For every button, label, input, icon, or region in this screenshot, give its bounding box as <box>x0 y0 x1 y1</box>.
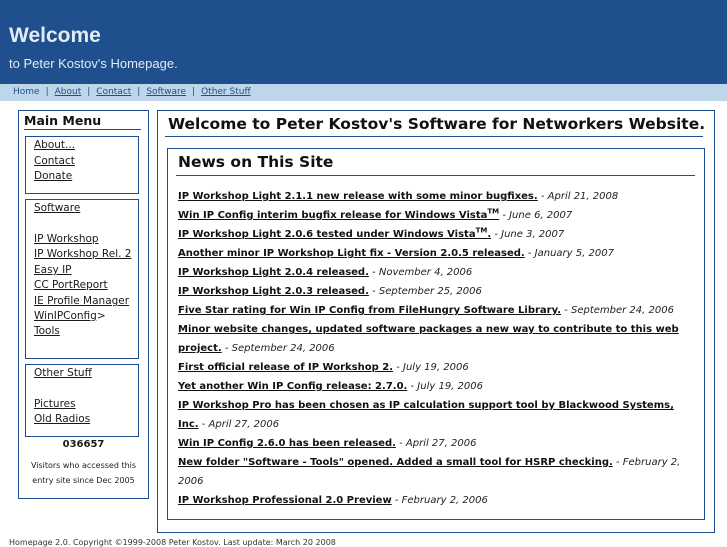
menu-ip-workshop-rel2-link[interactable]: IP Workshop Rel. 2 <box>34 248 131 260</box>
news-item-link[interactable]: IP Workshop Light 2.0.3 released. <box>178 286 369 297</box>
news-item-link[interactable]: IP Workshop Light 2.0.6 tested under Win… <box>178 226 492 240</box>
news-item-link-text: IP Workshop Professional 2.0 Preview <box>178 495 392 506</box>
news-item-link-text: IP Workshop Light 2.0.6 tested under Win… <box>178 229 476 240</box>
news-item-date: June 3, 2007 <box>501 229 565 240</box>
news-item: IP Workshop Light 2.0.6 tested under Win… <box>178 226 565 240</box>
news-item-link-text: IP Workshop Light 2.0.3 released. <box>178 286 369 297</box>
news-item-link-text: IP Workshop Light 2.0.4 released. <box>178 267 369 278</box>
news-item: New folder "Software - Tools" opened. Ad… <box>178 457 681 487</box>
news-item: IP Workshop Light 2.1.1 new release with… <box>178 191 619 202</box>
visitor-counter: 036657 <box>62 439 105 450</box>
menu-group-software: Software IP Workshop IP Workshop Rel. 2 … <box>25 199 139 359</box>
menu-other-stuff-link[interactable]: Other Stuff <box>34 367 92 379</box>
news-item-link[interactable]: First official release of IP Workshop 2. <box>178 362 393 373</box>
news-item-date: June 6, 2007 <box>509 210 573 221</box>
news-item-date: July 19, 2006 <box>417 381 483 392</box>
title-divider <box>165 136 703 137</box>
nav-home-link[interactable]: Home <box>13 87 40 97</box>
news-item-link[interactable]: IP Workshop Light 2.0.4 released. <box>178 267 369 278</box>
news-item-link-text: New folder "Software - Tools" opened. Ad… <box>178 457 613 468</box>
nav-separator: | <box>45 87 49 97</box>
news-item: Yet another Win IP Config release: 2.7.0… <box>178 381 483 392</box>
news-item-link[interactable]: IP Workshop Light 2.1.1 new release with… <box>178 191 538 202</box>
site-header: Welcome to Peter Kostov's Homepage. <box>0 0 727 84</box>
main-menu-title: Main Menu <box>24 113 141 130</box>
news-item: Minor website changes, updated software … <box>178 324 679 354</box>
menu-pictures-link[interactable]: Pictures <box>34 398 76 410</box>
menu-group-general: About... Contact Donate <box>25 136 139 194</box>
nav-separator: | <box>192 87 196 97</box>
footer-copyright: Homepage 2.0. Copyright ©1999-2008 Peter… <box>9 538 336 547</box>
news-item-link[interactable]: Five Star rating for Win IP Config from … <box>178 305 561 316</box>
menu-old-radios-link[interactable]: Old Radios <box>34 413 90 425</box>
news-item-date: September 25, 2006 <box>378 286 482 297</box>
news-section: News on This Site IP Workshop Light 2.1.… <box>167 148 705 520</box>
news-item: IP Workshop Light 2.0.4 released. - Nove… <box>178 267 473 278</box>
main-menu: Main Menu About... Contact Donate Softwa… <box>18 110 149 499</box>
news-item-link-text: Win IP Config 2.6.0 has been released. <box>178 438 396 449</box>
news-item: IP Workshop Professional 2.0 Preview - F… <box>178 495 488 506</box>
trademark-mark: TM <box>487 207 500 216</box>
nav-contact-link[interactable]: Contact <box>96 87 131 97</box>
menu-winipconfig-arrow: > <box>96 310 106 322</box>
news-heading: News on This Site <box>178 153 334 171</box>
menu-cc-portreport-link[interactable]: CC PortReport <box>34 279 108 291</box>
news-item-link[interactable]: Win IP Config interim bugfix release for… <box>178 207 500 221</box>
news-item: Five Star rating for Win IP Config from … <box>178 305 674 316</box>
news-item-link-text: Yet another Win IP Config release: 2.7.0… <box>178 381 408 392</box>
news-item-date: April 27, 2006 <box>405 438 477 449</box>
news-item-date: January 5, 2007 <box>534 248 614 259</box>
menu-winipconfig-item: WinIPConfig> <box>34 310 106 322</box>
news-item: First official release of IP Workshop 2.… <box>178 362 469 373</box>
news-item-link-text: IP Workshop Light 2.1.1 new release with… <box>178 191 538 202</box>
nav-about-link[interactable]: About <box>55 87 82 97</box>
main-content: Welcome to Peter Kostov's Software for N… <box>157 110 715 533</box>
news-item-link-suffix: . <box>487 229 492 240</box>
news-item-date: September 24, 2006 <box>570 305 674 316</box>
nav-other-stuff-link[interactable]: Other Stuff <box>201 87 251 97</box>
news-item-link[interactable]: Yet another Win IP Config release: 2.7.0… <box>178 381 407 392</box>
news-item-date: April 21, 2008 <box>547 191 619 202</box>
nav-software-link[interactable]: Software <box>146 87 186 97</box>
news-divider <box>176 175 695 176</box>
news-item-link[interactable]: IP Workshop Professional 2.0 Preview <box>178 495 392 506</box>
menu-ie-profile-manager-link[interactable]: IE Profile Manager <box>34 295 129 307</box>
news-item-link[interactable]: New folder "Software - Tools" opened. Ad… <box>178 457 613 468</box>
news-item-date: November 4, 2006 <box>378 267 473 278</box>
news-item: IP Workshop Pro has been chosen as IP ca… <box>178 400 674 430</box>
news-item-link[interactable]: Another minor IP Workshop Light fix - Ve… <box>178 248 525 259</box>
news-item-date: April 27, 2006 <box>208 419 280 430</box>
menu-about-link[interactable]: About... <box>34 139 75 151</box>
news-item-date: February 2, 2006 <box>401 495 488 506</box>
news-item: Win IP Config interim bugfix release for… <box>178 207 573 221</box>
news-item: Win IP Config 2.6.0 has been released. -… <box>178 438 477 449</box>
page-title: Welcome to Peter Kostov's Software for N… <box>168 115 706 133</box>
menu-winipconfig-link[interactable]: WinIPConfig <box>34 310 97 322</box>
menu-group-other: Other Stuff Pictures Old Radios <box>25 364 139 437</box>
news-item: IP Workshop Light 2.0.3 released. - Sept… <box>178 286 482 297</box>
menu-donate-link[interactable]: Donate <box>34 170 72 182</box>
menu-ip-workshop-link[interactable]: IP Workshop <box>34 233 99 245</box>
trademark-mark: TM <box>475 226 488 235</box>
news-item: Another minor IP Workshop Light fix - Ve… <box>178 248 614 259</box>
news-item-link-text: Win IP Config interim bugfix release for… <box>178 210 488 221</box>
news-item-link-text: Another minor IP Workshop Light fix - Ve… <box>178 248 525 259</box>
nav-separator: | <box>137 87 141 97</box>
news-item-date: September 24, 2006 <box>231 343 335 354</box>
menu-tools-link[interactable]: Tools <box>34 325 60 337</box>
site-subtitle: to Peter Kostov's Homepage. <box>9 56 178 71</box>
top-nav: Home | About | Contact | Software | Other Stuff <box>0 84 727 101</box>
news-item-link-text: Five Star rating for Win IP Config from … <box>178 305 562 316</box>
menu-easy-ip-link[interactable]: Easy IP <box>34 264 72 276</box>
menu-software-link[interactable]: Software <box>34 202 80 214</box>
top-nav-links: Home | About | Contact | Software | Other Stuff <box>13 87 251 97</box>
news-item-date: July 19, 2006 <box>403 362 469 373</box>
site-title: Welcome <box>9 24 101 47</box>
news-item-link[interactable]: Win IP Config 2.6.0 has been released. <box>178 438 396 449</box>
visitor-counter-caption: Visitors who accessed this entry site si… <box>30 461 137 485</box>
news-list: IP Workshop Light 2.1.1 new release with… <box>178 187 694 510</box>
menu-contact-link[interactable]: Contact <box>34 155 75 167</box>
nav-separator: | <box>87 87 91 97</box>
news-item-link-text: First official release of IP Workshop 2. <box>178 362 394 373</box>
